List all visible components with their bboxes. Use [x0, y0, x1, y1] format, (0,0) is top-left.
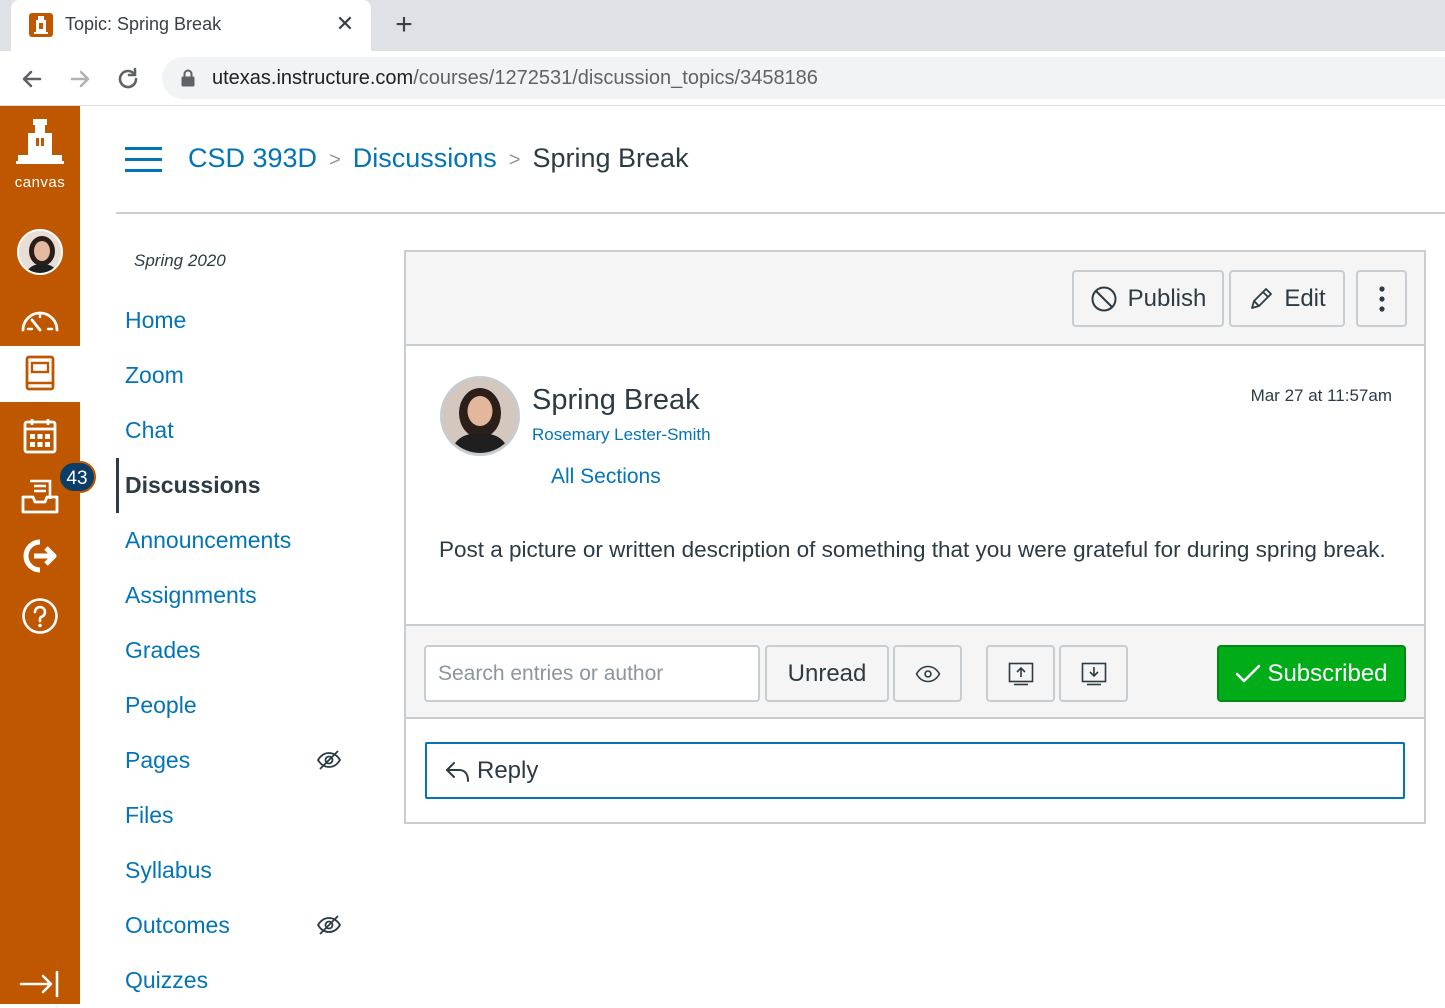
course-navigation: Home Zoom Chat Discussions Announcements…	[116, 293, 356, 1008]
commons-nav-item[interactable]	[0, 526, 80, 586]
reply-arrow-icon	[446, 761, 469, 782]
commons-arrow-icon	[23, 539, 57, 573]
entries-filter-bar: Unread Subscribed	[406, 624, 1424, 719]
ut-tower-logo-icon	[16, 119, 64, 164]
subscribed-button[interactable]: Subscribed	[1217, 645, 1406, 702]
publish-label: Publish	[1127, 284, 1207, 312]
url-host: utexas.instructure.com	[212, 67, 414, 89]
topic-title: Spring Break	[532, 384, 700, 416]
global-navigation: canvas 43	[0, 106, 96, 1004]
dashboard-nav-item[interactable]	[0, 290, 80, 346]
help-nav-item[interactable]	[0, 586, 80, 646]
collapse-replies-button[interactable]	[986, 645, 1055, 702]
kebab-menu-icon	[1378, 285, 1385, 312]
posted-timestamp: Mar 27 at 11:57am	[1250, 386, 1392, 405]
expand-replies-button[interactable]	[1059, 645, 1128, 702]
inbox-icon	[21, 479, 59, 514]
unread-filter-button[interactable]: Unread	[765, 645, 889, 702]
reply-button[interactable]: Reply	[425, 742, 1405, 799]
collapse-up-arrow-icon	[1008, 662, 1033, 685]
course-nav-outcomes-label: Outcomes	[125, 912, 230, 938]
edit-button[interactable]: Edit	[1229, 270, 1345, 327]
course-nav-assignments[interactable]: Assignments	[116, 568, 356, 623]
unread-label: Unread	[787, 659, 867, 687]
sections-link[interactable]: All Sections	[551, 465, 661, 489]
edit-label: Edit	[1284, 284, 1326, 312]
lock-icon	[181, 69, 195, 87]
publish-button[interactable]: Publish	[1072, 270, 1224, 327]
course-nav-discussions[interactable]: Discussions	[116, 458, 356, 513]
forward-arrow-icon[interactable]	[62, 61, 98, 97]
user-avatar	[17, 229, 63, 275]
browser-toolbar: utexas.instructure.com/courses/1272531/d…	[0, 51, 1445, 106]
unpublished-circle-icon	[1091, 286, 1117, 311]
eye-hidden-icon	[316, 750, 342, 770]
collapse-nav-item[interactable]	[0, 964, 80, 1004]
courses-nav-item[interactable]	[0, 346, 80, 402]
help-question-icon	[22, 598, 58, 634]
close-tab-icon[interactable]: ✕	[333, 12, 357, 36]
canvas-logo-text: canvas	[14, 174, 66, 191]
course-nav-chat[interactable]: Chat	[116, 403, 356, 458]
course-nav-pages[interactable]: Pages	[116, 733, 356, 788]
url-path: /courses/1272531/discussion_topics/34581…	[413, 67, 818, 89]
eye-hidden-icon	[316, 915, 342, 935]
eye-icon	[915, 665, 940, 682]
address-bar[interactable]: utexas.instructure.com/courses/1272531/d…	[162, 57, 1445, 99]
course-nav-people[interactable]: People	[116, 678, 356, 733]
search-entries-input[interactable]	[424, 645, 760, 702]
breadcrumb-current: Spring Break	[532, 143, 689, 173]
reload-icon[interactable]	[110, 61, 146, 97]
browser-tabstrip: Topic: Spring Break ✕ +	[0, 0, 1445, 51]
calendar-icon	[23, 419, 57, 454]
course-nav-home[interactable]: Home	[116, 293, 356, 348]
collapse-arrow-icon	[19, 970, 59, 998]
tab-title: Topic: Spring Break	[65, 14, 222, 34]
ut-tower-favicon-icon	[29, 13, 53, 37]
course-nav-quizzes[interactable]: Quizzes	[116, 953, 356, 1008]
url-text: utexas.instructure.com/courses/1272531/d…	[212, 67, 818, 90]
breadcrumb: CSD 393D > Discussions > Spring Break	[188, 143, 689, 174]
course-nav-files[interactable]: Files	[116, 788, 356, 843]
topic-message: Post a picture or written description of…	[439, 537, 1386, 562]
breadcrumb-discussions-link[interactable]: Discussions	[353, 143, 497, 174]
checkmark-icon	[1236, 664, 1261, 682]
breadcrumb-chevron-icon: >	[508, 149, 521, 171]
header-divider	[116, 212, 1445, 214]
breadcrumb-course-link[interactable]: CSD 393D	[188, 143, 317, 174]
account-nav-item[interactable]	[0, 222, 80, 282]
expand-down-arrow-icon	[1081, 662, 1106, 685]
mark-all-read-button[interactable]	[893, 645, 962, 702]
course-nav-grades[interactable]: Grades	[116, 623, 356, 678]
discussion-toolbar: Publish Edit	[406, 252, 1424, 346]
dashboard-gauge-icon	[21, 311, 59, 332]
reply-label: Reply	[477, 756, 539, 784]
pencil-icon	[1251, 287, 1273, 309]
course-nav-syllabus[interactable]: Syllabus	[116, 843, 356, 898]
hamburger-menu-icon[interactable]	[125, 147, 162, 175]
course-term: Spring 2020	[134, 251, 226, 270]
course-nav-outcomes[interactable]: Outcomes	[116, 898, 356, 953]
course-nav-announcements[interactable]: Announcements	[116, 513, 356, 568]
discussion-panel: Publish Edit Spring Break Rosemary Leste…	[404, 250, 1426, 824]
courses-book-icon	[25, 355, 55, 391]
inbox-unread-badge: 43	[58, 461, 96, 493]
course-nav-zoom[interactable]: Zoom	[116, 348, 356, 403]
course-nav-pages-label: Pages	[125, 747, 191, 773]
inbox-nav-item[interactable]: 43	[0, 461, 96, 526]
calendar-nav-item[interactable]	[0, 406, 80, 466]
author-avatar[interactable]	[440, 376, 520, 456]
new-tab-plus-icon[interactable]: +	[388, 8, 420, 42]
subscribed-label: Subscribed	[1267, 659, 1388, 687]
breadcrumb-chevron-icon: >	[329, 149, 341, 171]
canvas-logo-link[interactable]: canvas	[0, 106, 80, 206]
back-arrow-icon[interactable]	[14, 61, 50, 97]
more-options-button[interactable]	[1356, 270, 1407, 327]
author-name-link[interactable]: Rosemary Lester-Smith	[532, 425, 711, 445]
browser-tab[interactable]: Topic: Spring Break ✕	[11, 0, 371, 51]
